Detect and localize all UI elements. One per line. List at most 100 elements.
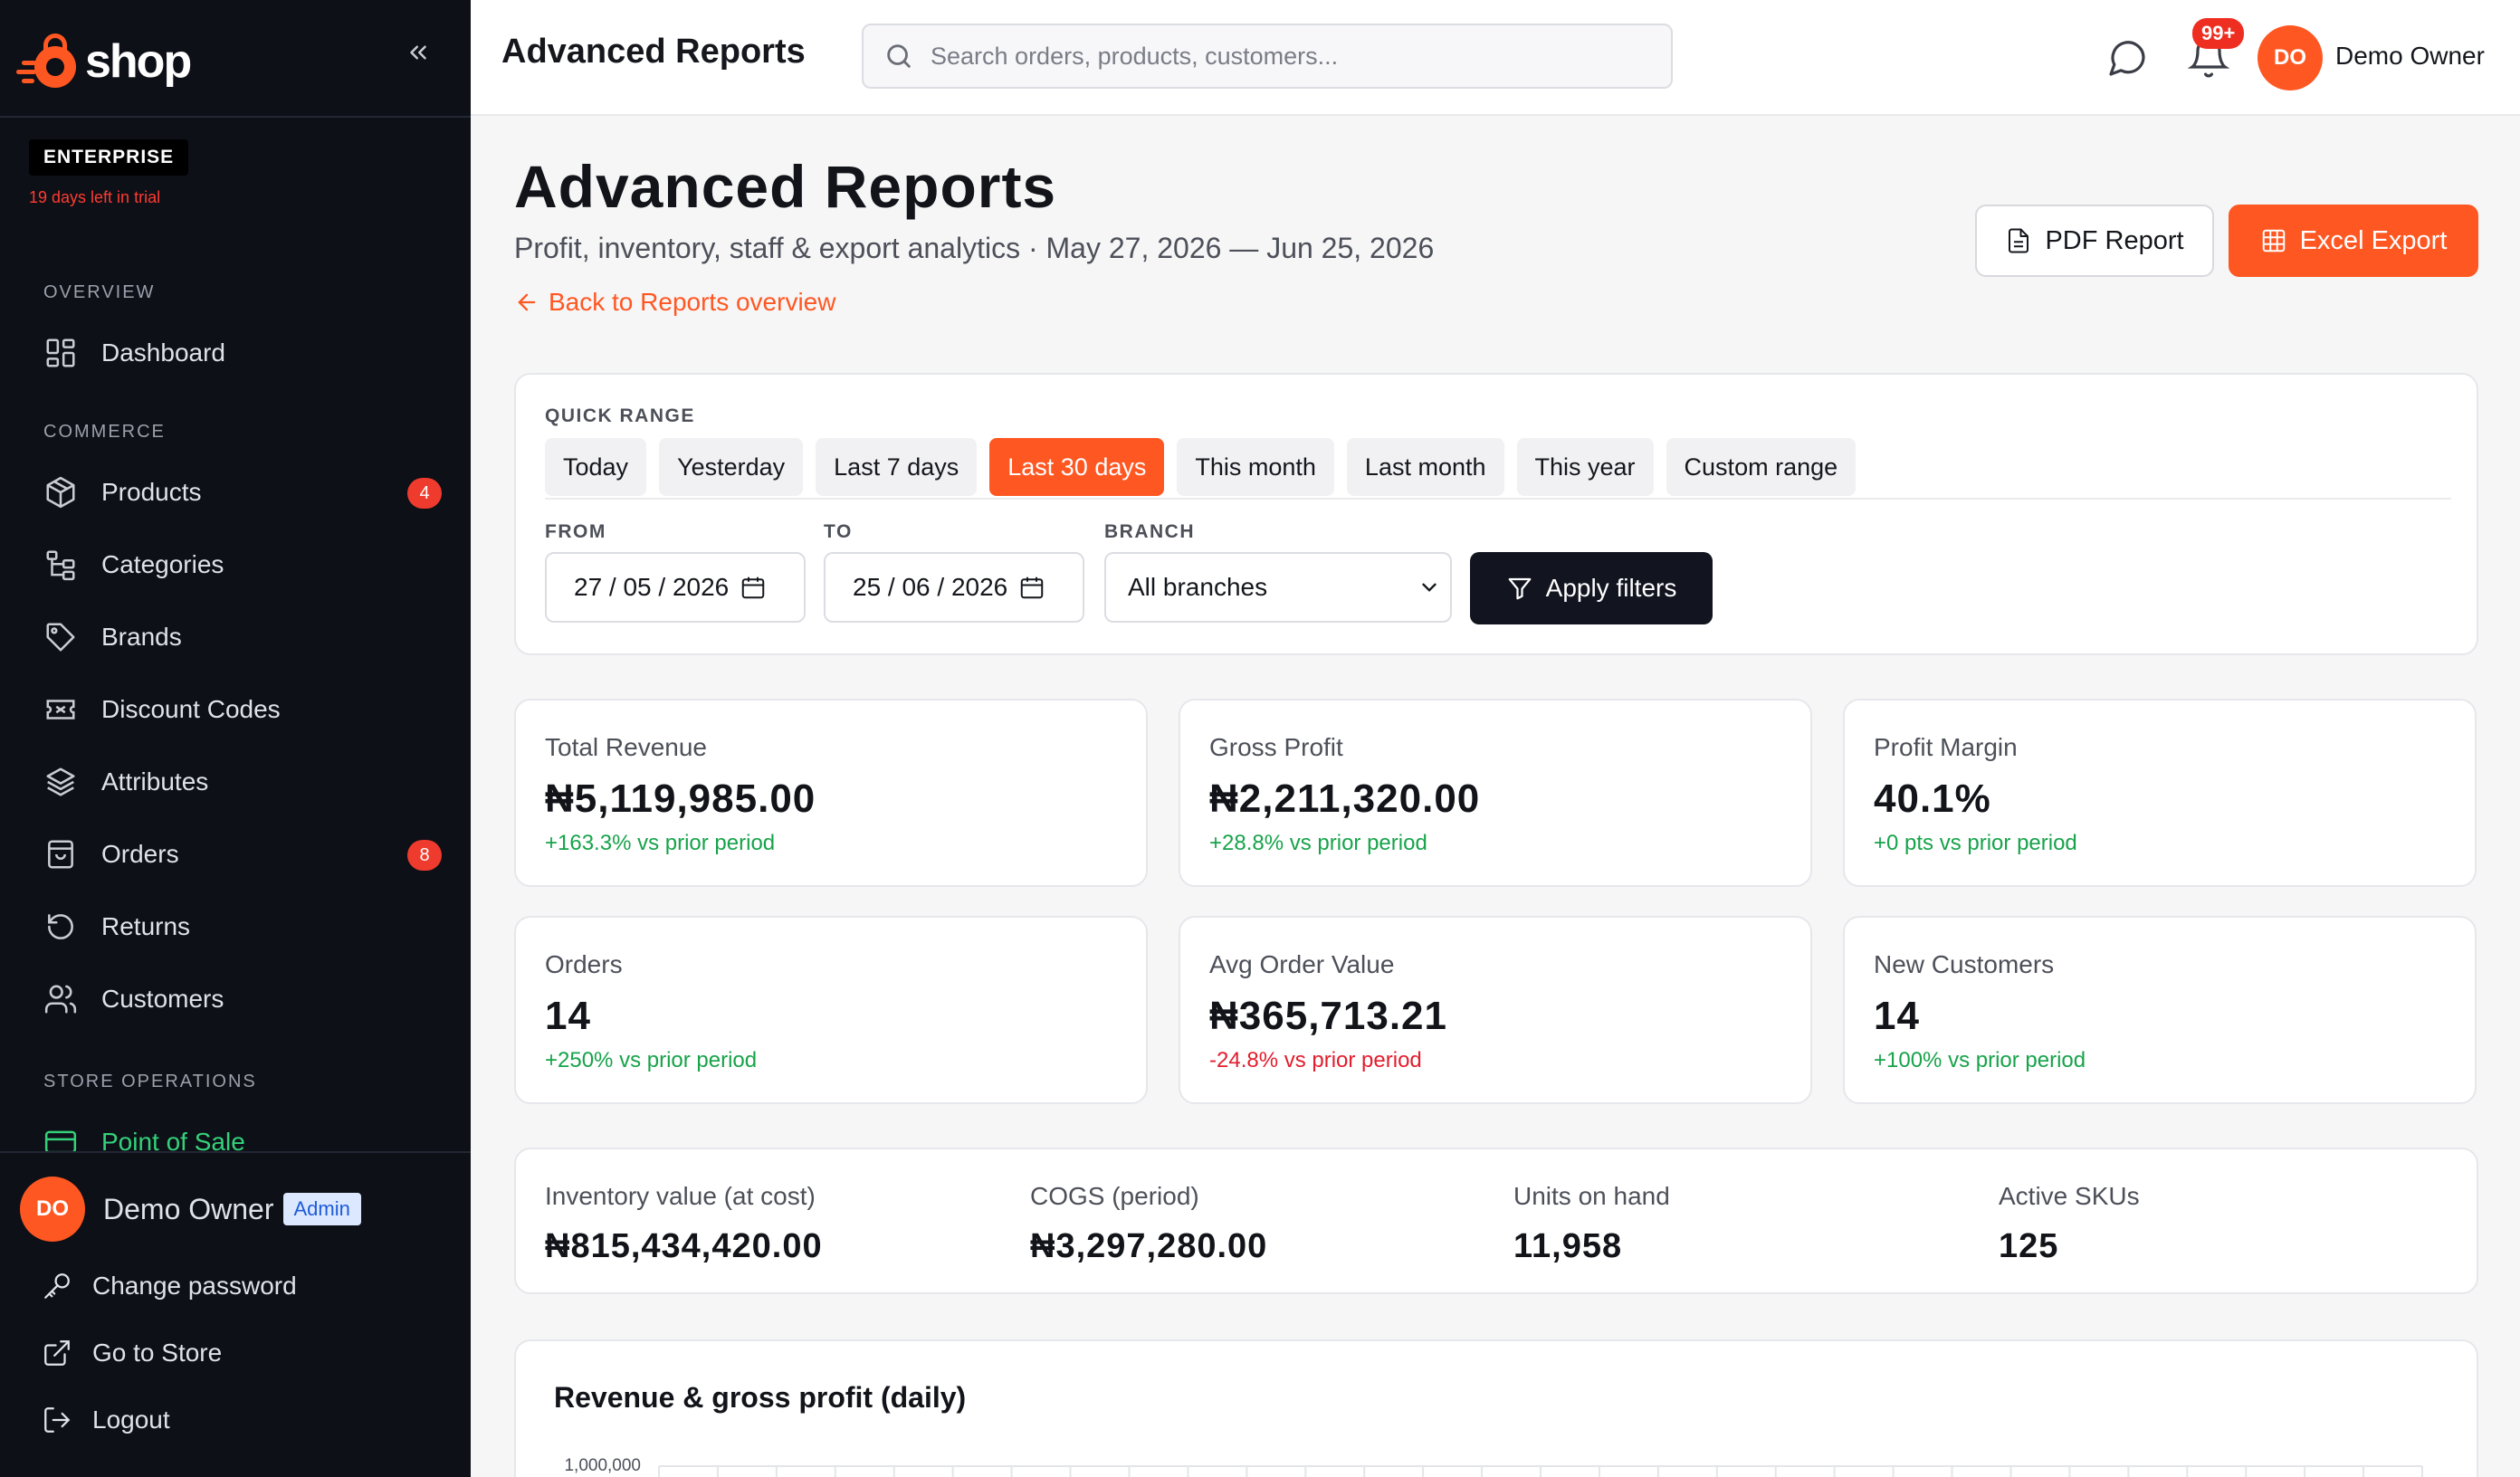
page-title: Advanced Reports (514, 153, 1057, 220)
kpi-delta: +100% vs prior period (1874, 1048, 2086, 1072)
sidebar-item-returns[interactable]: Returns (43, 900, 442, 954)
brand-logo[interactable]: shop (16, 25, 192, 98)
stat-value: ₦3,297,280.00 (1030, 1227, 1268, 1265)
range-today-button[interactable]: Today (545, 438, 647, 496)
to-date-value: 25 / 06 / 2026 (853, 573, 1008, 601)
kpi-card-profit-margin: Profit Margin 40.1% +0 pts vs prior peri… (1843, 699, 2477, 887)
stat-label: Units on hand (1513, 1182, 1670, 1210)
range-last-30-days-button[interactable]: Last 30 days (989, 438, 1165, 496)
plan-badge: ENTERPRISE (29, 139, 189, 176)
range-yesterday-button[interactable]: Yesterday (659, 438, 804, 496)
file-text-icon (2009, 228, 2029, 253)
kpi-label: Profit Margin (1874, 733, 2018, 761)
chevron-down-icon (1422, 583, 1437, 592)
range-last-month-button[interactable]: Last month (1346, 438, 1504, 496)
back-link-label: Back to Reports overview (549, 288, 836, 316)
topbar-title: Advanced Reports (501, 33, 806, 71)
stat-label: Inventory value (at cost) (545, 1182, 816, 1210)
sidebar-item-label: Attributes (101, 767, 209, 796)
box-icon (46, 476, 75, 509)
kpi-label: New Customers (1874, 950, 2055, 978)
kpi-card-avg-order-value: Avg Order Value ₦365,713.21 -24.8% vs pr… (1179, 916, 1812, 1104)
sidebar-item-label: Brands (101, 623, 182, 651)
kpi-delta: +0 pts vs prior period (1874, 831, 2077, 855)
range-custom-button[interactable]: Custom range (1666, 438, 1857, 496)
table-icon (2262, 229, 2285, 253)
excel-export-button[interactable]: Excel Export (2229, 205, 2478, 277)
inventory-value-stat: Inventory value (at cost) ₦815,434,420.0… (545, 1182, 823, 1266)
topbar-user-name[interactable]: Demo Owner (2335, 42, 2485, 71)
vertical-gridlines (658, 1466, 2423, 1477)
sidebar-item-label: Discount Codes (101, 695, 281, 723)
sidebar-item-attributes[interactable]: Attributes (43, 755, 442, 809)
sidebar-item-brands[interactable]: Brands (43, 610, 442, 664)
branch-select[interactable]: All branches (1104, 552, 1452, 623)
return-icon (48, 914, 73, 939)
kpi-value: 14 (1874, 994, 1920, 1038)
sidebar-footer: DO Demo Owner Admin Change password Go t… (0, 1151, 471, 1477)
inventory-summary-card: Inventory value (at cost) ₦815,434,420.0… (514, 1148, 2478, 1294)
sidebar-divider (0, 116, 471, 118)
kpi-label: Avg Order Value (1209, 950, 1395, 978)
button-label: PDF Report (2045, 225, 2184, 255)
search-box[interactable] (862, 24, 1673, 89)
logout-icon (44, 1407, 71, 1433)
calendar-icon (742, 577, 765, 599)
filters-divider (545, 498, 2451, 500)
range-last-7-days-button[interactable]: Last 7 days (816, 438, 978, 496)
go-to-store-link[interactable]: Go to Store (42, 1330, 222, 1376)
filters-card: QUICK RANGE Today Yesterday Last 7 days … (514, 373, 2478, 655)
sidebar-item-label: Dashboard (101, 338, 225, 367)
key-icon (44, 1273, 70, 1299)
revenue-profit-chart: 1,000,000 (564, 1456, 2423, 1477)
layers-icon (46, 767, 75, 796)
sidebar: shop ENTERPRISE 19 days left in trial OV… (0, 0, 471, 1477)
kpi-card-orders: Orders 14 +250% vs prior period (514, 916, 1148, 1104)
collapse-sidebar-button[interactable] (398, 36, 438, 76)
sidebar-user[interactable]: DO Demo Owner Admin (20, 1177, 361, 1242)
cogs-stat: COGS (period) ₦3,297,280.00 (1030, 1182, 1267, 1266)
active-skus-stat: Active SKUs 125 (1999, 1182, 2140, 1266)
from-label: FROM (545, 521, 606, 542)
kpi-label: Gross Profit (1209, 733, 1343, 761)
branch-label: BRANCH (1104, 521, 1195, 542)
avatar: DO (2258, 25, 2323, 91)
link-label: Logout (92, 1406, 170, 1434)
section-overview: OVERVIEW (43, 282, 156, 302)
sidebar-item-label: Customers (101, 985, 224, 1013)
sidebar-item-label: Returns (101, 912, 191, 940)
range-this-year-button[interactable]: This year (1516, 438, 1654, 496)
logout-link[interactable]: Logout (42, 1397, 170, 1443)
range-this-month-button[interactable]: This month (1177, 438, 1334, 496)
messages-button[interactable] (2105, 36, 2149, 80)
change-password-link[interactable]: Change password (42, 1263, 297, 1309)
section-commerce: COMMERCE (43, 422, 166, 442)
sidebar-item-label: Orders (101, 840, 179, 868)
search-input[interactable] (931, 42, 1637, 71)
sidebar-item-categories[interactable]: Categories (43, 538, 442, 592)
sidebar-item-orders[interactable]: Orders 8 (43, 827, 442, 881)
pdf-report-button[interactable]: PDF Report (1975, 205, 2214, 277)
page-subtitle: Profit, inventory, staff & export analyt… (514, 232, 1435, 264)
link-label: Change password (92, 1272, 297, 1300)
sidebar-item-products[interactable]: Products 4 (43, 465, 442, 519)
sidebar-item-dashboard[interactable]: Dashboard (43, 326, 442, 380)
topbar-avatar[interactable]: DO (2258, 25, 2323, 91)
role-badge: Admin (282, 1193, 361, 1225)
bag-icon (48, 840, 73, 869)
tree-icon (46, 550, 75, 581)
arrow-left-icon (518, 293, 536, 311)
revenue-profit-chart-card: Revenue & gross profit (daily) 1,000,000 (514, 1339, 2478, 1477)
sidebar-item-discount-codes[interactable]: Discount Codes (43, 682, 442, 737)
sidebar-item-customers[interactable]: Customers (43, 972, 442, 1026)
from-date-input[interactable]: 27 / 05 / 2026 (545, 552, 806, 623)
back-to-reports-link[interactable]: Back to Reports overview (514, 288, 835, 317)
to-date-input[interactable]: 25 / 06 / 2026 (824, 552, 1084, 623)
count-badge: 8 (407, 840, 442, 871)
kpi-value: 14 (545, 994, 591, 1038)
y-tick-label: 1,000,000 (564, 1456, 641, 1475)
user-name: Demo Owner (103, 1192, 274, 1225)
users-icon (44, 985, 77, 1014)
apply-filters-button[interactable]: Apply filters (1470, 552, 1713, 624)
kpi-delta: -24.8% vs prior period (1209, 1048, 1422, 1072)
